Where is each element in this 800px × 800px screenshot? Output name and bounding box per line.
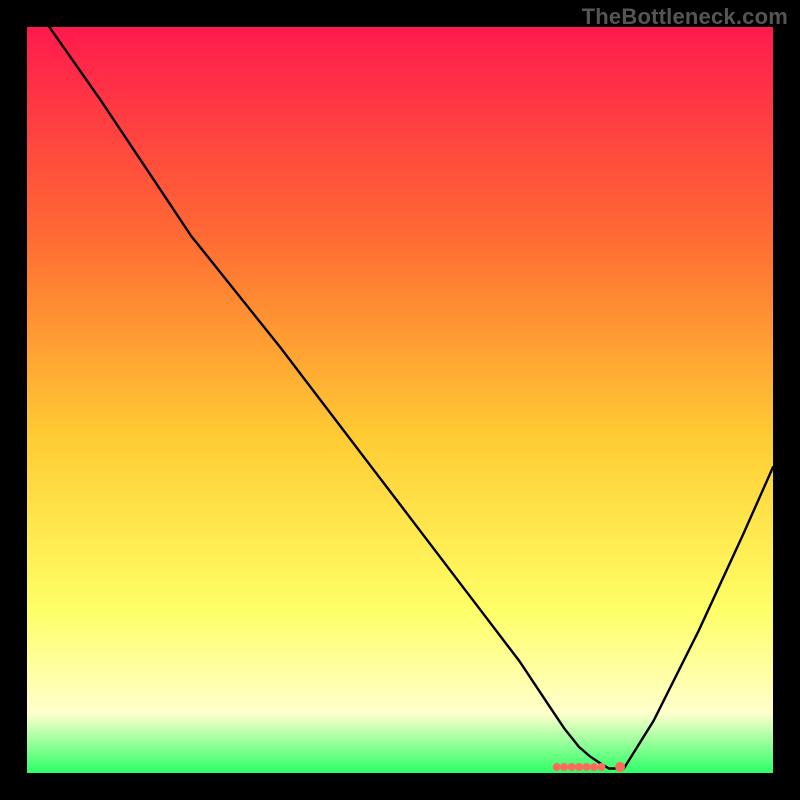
sweet-spot-marker	[568, 763, 576, 771]
sweet-spot-marker	[583, 763, 591, 771]
plot-area	[27, 27, 773, 773]
sweet-spot-marker	[553, 763, 561, 771]
sweet-spot-marker	[615, 762, 625, 772]
sweet-spot-marker	[560, 763, 568, 771]
bottleneck-chart	[27, 27, 773, 773]
sweet-spot-marker	[590, 763, 598, 771]
chart-stage: TheBottleneck.com	[0, 0, 800, 800]
sweet-spot-marker	[575, 763, 583, 771]
gradient-background	[27, 27, 773, 773]
sweet-spot-marker	[597, 763, 605, 771]
